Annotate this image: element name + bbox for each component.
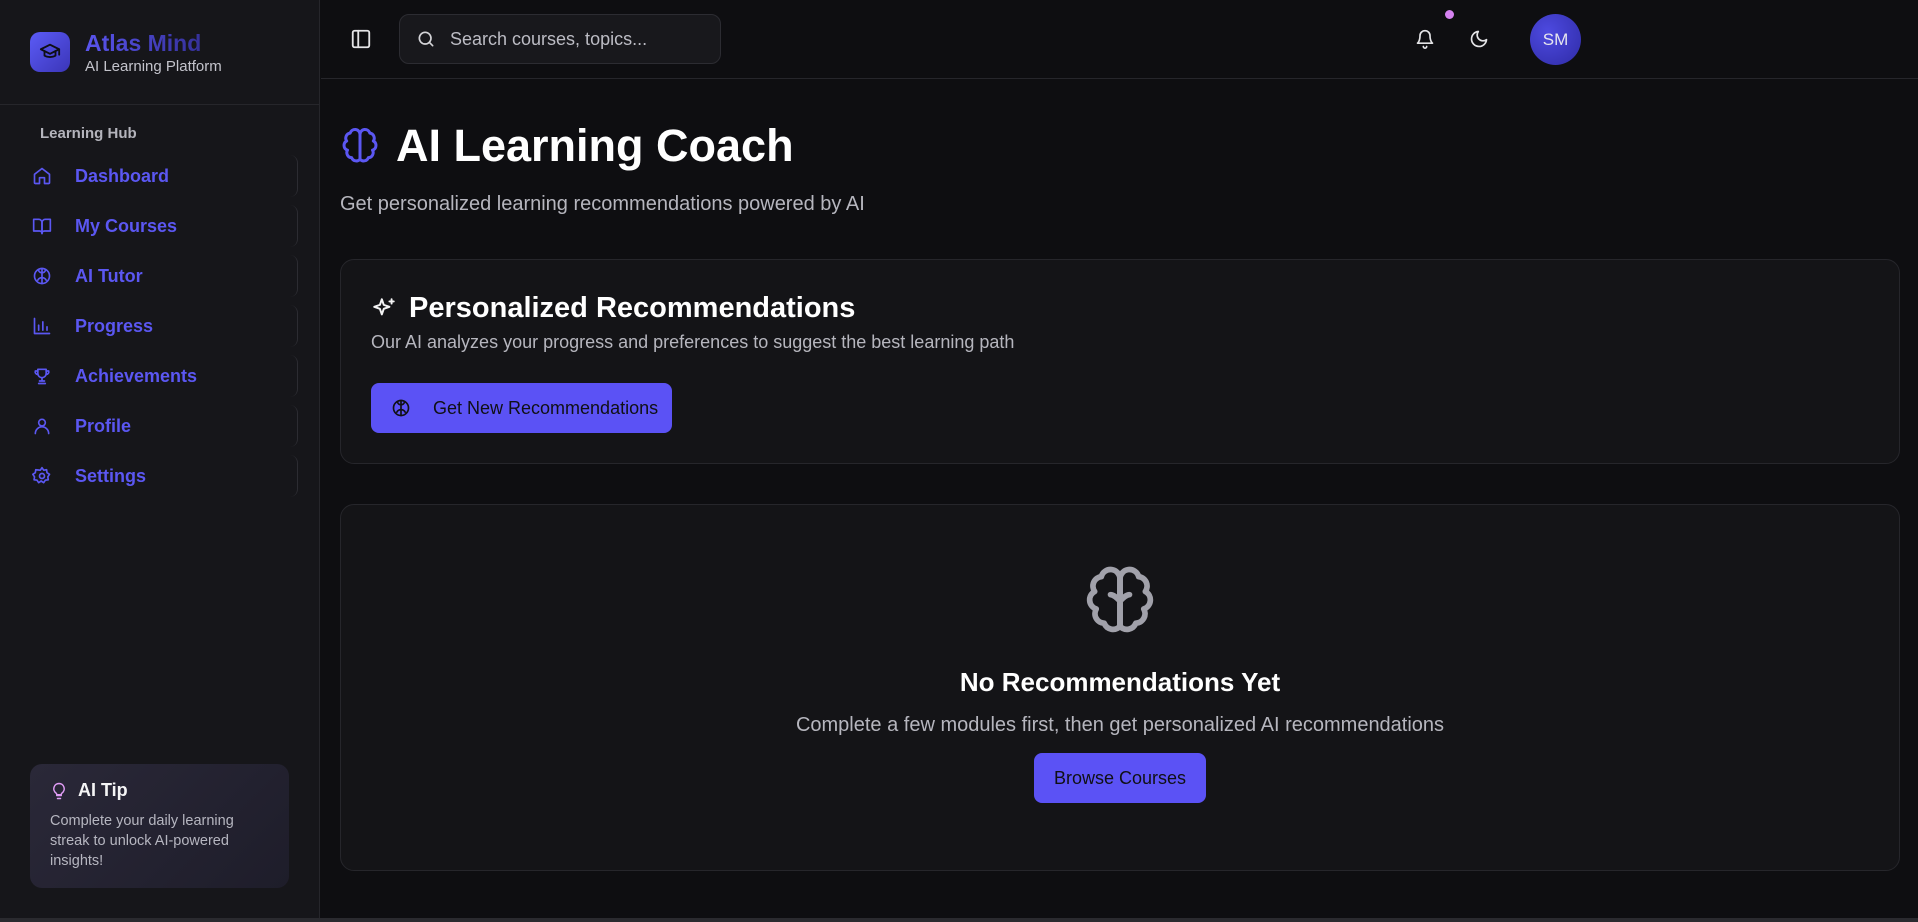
- sidebar-item-ai-tutor[interactable]: AI Tutor: [22, 255, 298, 297]
- search-box[interactable]: [399, 14, 721, 64]
- empty-state-card: No Recommendations Yet Complete a few mo…: [340, 504, 1900, 871]
- search-input[interactable]: [450, 28, 700, 50]
- trophy-icon: [30, 366, 54, 386]
- sidebar-item-label: Progress: [75, 315, 154, 336]
- sidebar-item-label: Achievements: [75, 365, 198, 386]
- sidebar-item-profile[interactable]: Profile: [22, 405, 298, 447]
- ai-tip-card: AI Tip Complete your daily learning stre…: [30, 764, 289, 888]
- sidebar-item-settings[interactable]: Settings: [22, 455, 298, 497]
- sidebar-item-label: Dashboard: [75, 165, 170, 186]
- graduation-cap-icon: [30, 32, 70, 72]
- moon-icon: [1469, 29, 1489, 49]
- sidebar-toggle-button[interactable]: [347, 26, 375, 52]
- bottom-divider: [0, 918, 1918, 922]
- sidebar-item-label: Profile: [75, 415, 132, 436]
- gear-icon: [30, 466, 54, 486]
- page-title-row: AI Learning Coach: [340, 120, 794, 172]
- theme-toggle-button[interactable]: [1460, 20, 1498, 58]
- sidebar-item-dashboard[interactable]: Dashboard: [22, 155, 298, 197]
- avatar[interactable]: SM: [1530, 14, 1581, 65]
- brain-icon: [340, 126, 380, 166]
- notifications-button[interactable]: [1406, 20, 1444, 58]
- sidebar: Atlas Mind AI Learning Platform Learning…: [0, 0, 320, 922]
- sidebar-item-label: Settings: [75, 465, 147, 486]
- home-icon: [30, 166, 54, 186]
- sparkles-icon: [371, 296, 397, 322]
- recommendations-title: Personalized Recommendations: [409, 292, 856, 324]
- ai-tip-body: Complete your daily learning streak to u…: [50, 813, 234, 869]
- lightbulb-icon: [50, 781, 68, 801]
- nav-group-label: Learning Hub: [40, 125, 137, 142]
- top-bar: [321, 0, 1918, 79]
- empty-state-title: No Recommendations Yet: [959, 667, 1281, 697]
- bar-chart-icon: [30, 316, 54, 336]
- get-recommendations-button[interactable]: Get New Recommendations: [371, 383, 672, 433]
- notification-dot: [1445, 10, 1454, 19]
- empty-state-description: Complete a few modules first, then get p…: [795, 714, 1445, 736]
- recommendations-description: Our AI analyzes your progress and prefer…: [371, 332, 1015, 352]
- search-icon: [416, 29, 436, 49]
- page-subtitle: Get personalized learning recommendation…: [340, 193, 865, 215]
- brand[interactable]: Atlas Mind AI Learning Platform: [0, 0, 319, 105]
- ai-tip-title: AI Tip: [78, 780, 128, 800]
- sidebar-item-achievements[interactable]: Achievements: [22, 355, 298, 397]
- user-icon: [30, 416, 54, 436]
- brand-subtitle: AI Learning Platform: [85, 58, 222, 75]
- get-recommendations-label: Get New Recommendations: [433, 397, 659, 418]
- brand-name: Atlas Mind: [85, 29, 222, 57]
- sidebar-item-my-courses[interactable]: My Courses: [22, 205, 298, 247]
- panel-left-icon: [350, 28, 372, 50]
- page-title: AI Learning Coach: [396, 120, 794, 171]
- brain-icon: [391, 398, 411, 418]
- brain-icon: [30, 266, 54, 286]
- recommendations-card: Personalized Recommendations Our AI anal…: [340, 259, 1900, 464]
- sidebar-nav: Dashboard My Courses AI Tutor Progress A…: [22, 155, 298, 505]
- bell-icon: [1415, 29, 1435, 49]
- sidebar-item-label: My Courses: [75, 215, 178, 236]
- sidebar-item-label: AI Tutor: [75, 265, 143, 286]
- browse-courses-button[interactable]: Browse Courses: [1033, 753, 1207, 803]
- book-open-icon: [30, 216, 54, 236]
- sidebar-item-progress[interactable]: Progress: [22, 305, 298, 347]
- brain-icon: [1082, 563, 1158, 639]
